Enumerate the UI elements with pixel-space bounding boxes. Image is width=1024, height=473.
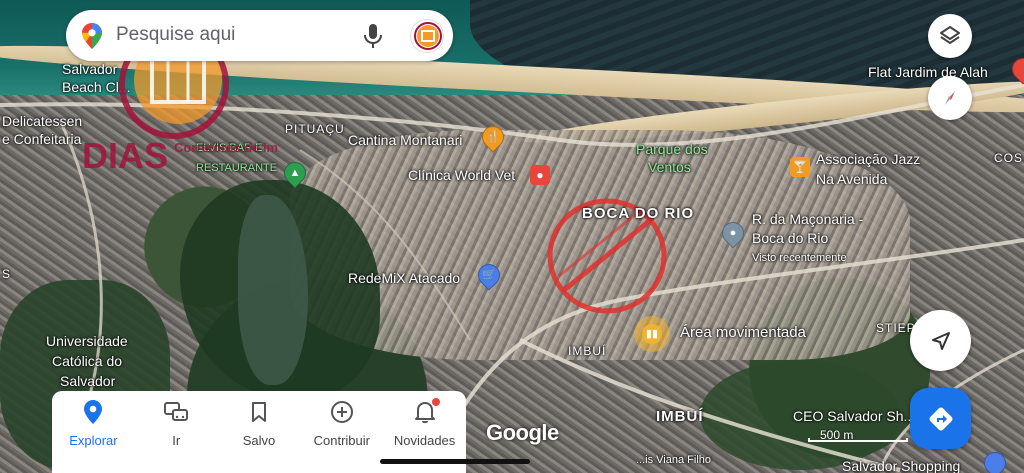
label-elvis-2[interactable]: RESTAURANTE: [196, 160, 277, 176]
maps-logo-pin-icon: [82, 23, 102, 49]
map-scale-bar: [808, 438, 908, 442]
label-area-movimentada[interactable]: Área movimentada: [680, 325, 806, 341]
nav-explorar-label: Explorar: [69, 433, 118, 448]
label-salvador-beach[interactable]: Salvador Beach Cl...: [62, 60, 130, 96]
microphone-icon[interactable]: [362, 22, 384, 50]
notification-dot: [431, 398, 440, 406]
label-imbui-2: IMBUÍ: [656, 408, 704, 425]
label-parque-1[interactable]: Parque dos: [636, 141, 708, 157]
label-elvis-1[interactable]: ELVIS BAR E: [196, 140, 262, 156]
label-associacao-1[interactable]: Associação Jazz: [816, 151, 920, 167]
label-s-edge: S: [2, 267, 12, 281]
label-luis-viana: ...is Viana Filho: [636, 454, 712, 466]
map-layers-button[interactable]: [928, 14, 972, 58]
label-ceo[interactable]: CEO Salvador Sh...: [793, 408, 915, 424]
account-avatar[interactable]: [410, 19, 444, 53]
my-location-button[interactable]: [910, 310, 971, 371]
compass-button[interactable]: [928, 76, 972, 120]
directions-button[interactable]: [910, 388, 971, 449]
explore-pin-icon: [84, 400, 103, 424]
nav-ir[interactable]: Ir: [135, 399, 218, 473]
label-salvador-shopping[interactable]: Salvador Shopping: [842, 458, 960, 473]
home-indicator[interactable]: [380, 459, 530, 464]
label-pituacu: PITUAÇU: [285, 122, 345, 136]
label-associacao-2[interactable]: Na Avenida: [816, 171, 887, 187]
label-imbui-1: IMBUÍ: [568, 344, 607, 358]
label-cos: COS: [994, 151, 1024, 165]
directions-icon: [929, 407, 952, 430]
busy-area-icon[interactable]: ▮▮: [634, 316, 670, 352]
add-circle-icon: [330, 401, 353, 423]
nav-salvo-label: Salvo: [242, 433, 276, 448]
navigation-arrow-icon: [931, 331, 950, 350]
label-boca-do-rio: BOCA DO RIO: [582, 205, 695, 222]
label-universidade-3[interactable]: Salvador: [60, 373, 115, 389]
label-flat-jardim[interactable]: Flat Jardim de Alah: [868, 64, 988, 80]
nav-salvo[interactable]: Salvo: [218, 399, 301, 473]
label-confeitaria[interactable]: e Confeitaria: [2, 131, 81, 147]
label-clinica[interactable]: Clínica World Vet: [408, 167, 515, 183]
avatar-logo-icon: [414, 22, 442, 50]
bookmark-icon: [251, 402, 266, 422]
label-universidade-2[interactable]: Católica do: [52, 353, 122, 369]
layers-icon: [940, 26, 960, 44]
nav-novidades-label: Novidades: [393, 433, 456, 448]
search-bar[interactable]: [66, 10, 453, 61]
search-input[interactable]: [116, 23, 366, 47]
label-parque-2[interactable]: Ventos: [648, 159, 691, 175]
label-visto: Visto recentemente: [752, 252, 847, 264]
label-universidade-1[interactable]: Universidade: [46, 333, 128, 349]
nav-explorar[interactable]: Explorar: [52, 399, 135, 473]
bar-pin-icon[interactable]: 🍸: [790, 157, 810, 177]
label-cantina[interactable]: Cantina Montanari: [348, 132, 462, 148]
vet-pin-icon[interactable]: ●: [530, 165, 550, 185]
label-delicatessen[interactable]: Delicatessen: [2, 113, 82, 129]
nav-contribuir[interactable]: Contribuir: [300, 399, 383, 473]
google-logo: Google: [486, 420, 559, 445]
label-maconaria-1[interactable]: R. da Maçonaria -: [752, 211, 863, 227]
label-maconaria-2[interactable]: Boca do Rio: [752, 230, 828, 246]
label-redemix[interactable]: RedeMiX Atacado: [348, 270, 460, 286]
nav-ir-label: Ir: [172, 433, 181, 448]
commute-icon: [164, 402, 189, 421]
compass-icon: [945, 91, 955, 105]
nav-contribuir-label: Contribuir: [313, 433, 370, 448]
